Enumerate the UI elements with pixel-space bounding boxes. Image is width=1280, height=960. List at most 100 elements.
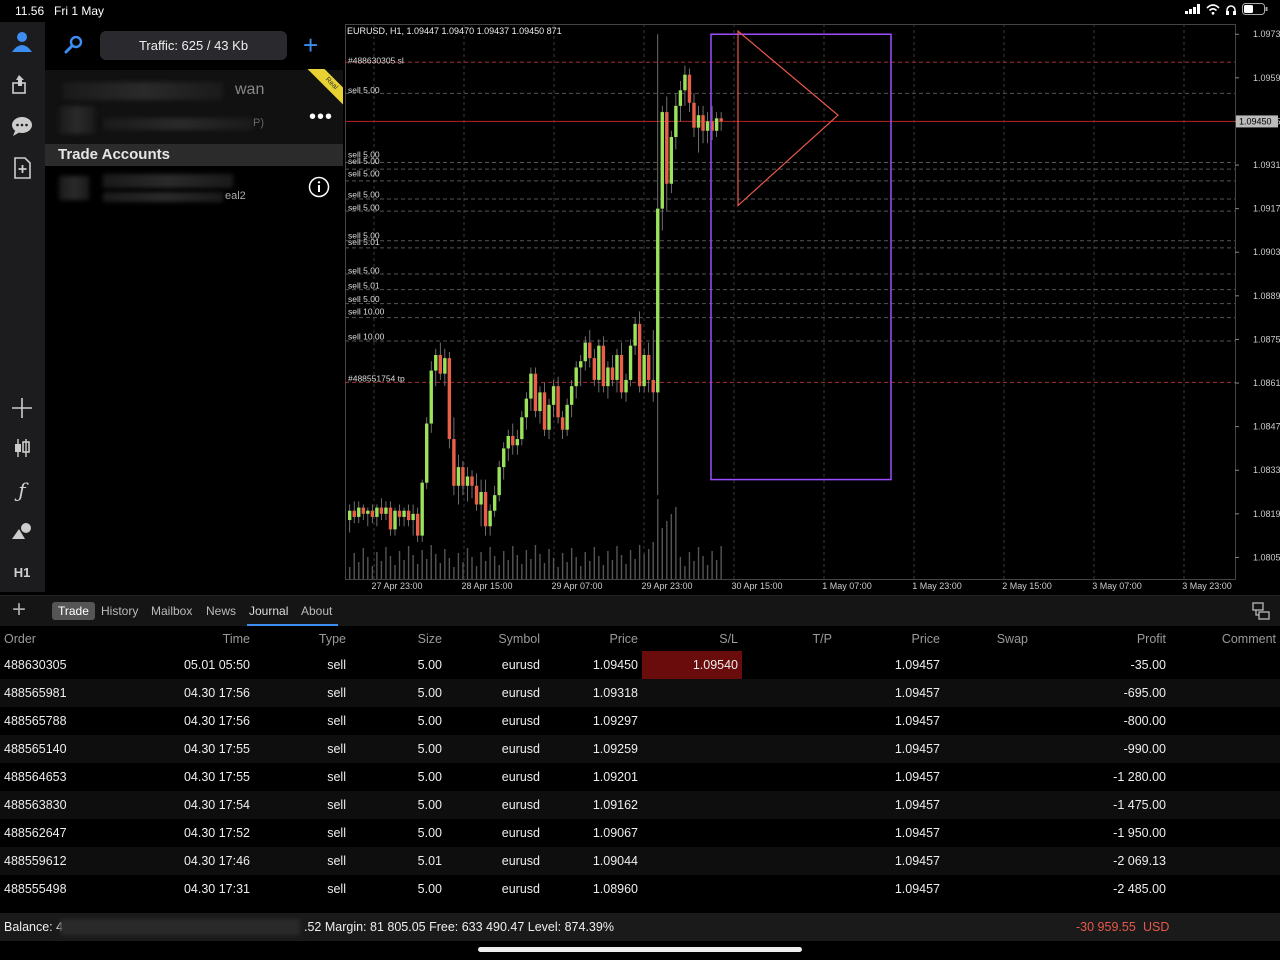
candle-body <box>425 423 429 483</box>
col-profit[interactable]: Profit <box>1032 627 1170 651</box>
layout-icon[interactable] <box>1252 602 1270 620</box>
candle-body <box>669 137 674 184</box>
volume-bar <box>679 557 682 579</box>
table-row[interactable]: 488630305 05.01 05:50 sell 5.00 eurusd 1.0945… <box>0 651 1280 679</box>
tab-history[interactable]: History <box>101 602 138 620</box>
time-label: 3 May 23:00 <box>1182 581 1232 591</box>
tab-journal[interactable]: Journal <box>249 602 288 620</box>
volume-bar <box>570 548 573 579</box>
cell-profit: -1 950.00 <box>1113 826 1166 840</box>
objects-icon[interactable] <box>8 517 36 545</box>
cell-time: 04.30 17:52 <box>183 826 250 840</box>
col-price[interactable]: Price <box>544 627 642 651</box>
volume-bar <box>629 550 632 579</box>
candle-body <box>696 115 701 128</box>
cell-profit: -2 069.13 <box>1113 854 1166 868</box>
tab-news[interactable]: News <box>206 602 236 620</box>
candle-body <box>384 507 388 514</box>
chart-canvas[interactable]: 1.09730 1.09590 1.09450 1.09310 1.09170 1.090… <box>345 24 1280 592</box>
candle-body <box>719 118 723 122</box>
col-size[interactable]: Size <box>350 627 446 651</box>
candle-body <box>393 510 397 530</box>
table-row[interactable]: 488563830 04.30 17:54 sell 5.00 eurusd 1.0916… <box>0 791 1280 819</box>
battery-icon <box>1242 3 1268 15</box>
candles-icon[interactable] <box>8 434 36 462</box>
orders-table: Order Time Type Size Symbol Price S/L T/… <box>0 627 1280 903</box>
volume-bar <box>634 559 636 579</box>
cell-price2: 1.09457 <box>894 742 940 756</box>
timeframe-button[interactable]: H1 <box>8 558 36 586</box>
candle-body <box>529 373 533 399</box>
trade-icon[interactable] <box>8 70 36 98</box>
volume-bar <box>521 564 523 579</box>
candle-body <box>701 115 705 131</box>
more-icon[interactable]: ••• <box>309 106 333 129</box>
cell-comment <box>1170 791 1280 819</box>
cell-symbol: eurusd <box>501 798 540 812</box>
cell-order: 488555498 <box>4 882 67 896</box>
chat-icon[interactable] <box>8 112 36 140</box>
candle-body <box>569 386 574 405</box>
table-row[interactable]: 488565140 04.30 17:55 sell 5.00 eurusd 1.0925… <box>0 735 1280 763</box>
order-line-label: sell 5.01 <box>348 237 380 247</box>
cell-sl <box>642 875 742 903</box>
col-order[interactable]: Order <box>0 627 128 651</box>
add-tab-icon[interactable]: + <box>12 598 26 622</box>
candle-body <box>637 323 642 387</box>
cell-type: sell <box>327 714 346 728</box>
indicators-icon[interactable]: ƒ <box>8 476 36 504</box>
cell-tp <box>742 707 836 735</box>
crosshair-icon[interactable] <box>8 394 36 422</box>
volume-bar <box>503 551 505 579</box>
volume-bar <box>543 563 546 579</box>
volume-bar <box>539 554 541 579</box>
col-tp[interactable]: T/P <box>742 627 836 651</box>
table-row[interactable]: 488559612 04.30 17:46 sell 5.01 eurusd 1.0904… <box>0 847 1280 875</box>
volume-bar <box>611 560 614 579</box>
candle-body <box>434 355 438 371</box>
candle-body <box>592 358 597 380</box>
col-time[interactable]: Time <box>128 627 254 651</box>
order-line-label: sell 5.01 <box>348 280 380 290</box>
table-row[interactable]: 488555498 04.30 17:31 sell 5.00 eurusd 1.0896… <box>0 875 1280 903</box>
triangle-pattern <box>737 29 839 207</box>
col-comment[interactable]: Comment <box>1170 627 1280 651</box>
accounts-icon[interactable] <box>8 28 36 56</box>
volume-bar <box>362 548 364 579</box>
candle-body <box>397 510 402 517</box>
cell-price2: 1.09457 <box>894 770 940 784</box>
tab-trade[interactable]: Trade <box>52 602 95 620</box>
candle-body <box>438 355 442 374</box>
new-order-icon[interactable] <box>8 154 36 182</box>
tab-mailbox[interactable]: Mailbox <box>151 602 192 620</box>
tab-about[interactable]: About <box>301 602 332 620</box>
info-icon[interactable] <box>308 176 330 198</box>
volume-bar <box>589 561 591 579</box>
table-row[interactable]: 488562647 04.30 17:52 sell 5.00 eurusd 1.0906… <box>0 819 1280 847</box>
col-type[interactable]: Type <box>254 627 350 651</box>
cell-sl <box>642 707 742 735</box>
status-bar: 11.56 Fri 1 May <box>0 0 1280 22</box>
candle-body <box>470 476 474 486</box>
table-row[interactable]: 488564653 04.30 17:55 sell 5.00 eurusd 1.0920… <box>0 763 1280 791</box>
col-symbol[interactable]: Symbol <box>446 627 544 651</box>
time-label: 1 May 23:00 <box>912 581 962 591</box>
price-chart[interactable]: 1.09730 1.09590 1.09450 1.09310 1.09170 1.090… <box>345 24 1280 592</box>
wrench-icon[interactable] <box>63 35 83 59</box>
cell-type: sell <box>327 658 346 672</box>
table-row[interactable]: 488565788 04.30 17:56 sell 5.00 eurusd 1.0929… <box>0 707 1280 735</box>
account-item-active[interactable]: wan P) ••• <box>45 70 343 146</box>
account-item-2[interactable]: eal2 <box>45 168 343 208</box>
volume-bar <box>607 551 609 579</box>
volume-bar <box>575 557 577 579</box>
cell-size: 5.00 <box>417 882 442 896</box>
col-current-price[interactable]: Price <box>836 627 944 651</box>
cell-time: 05.01 05:50 <box>183 658 250 672</box>
col-sl[interactable]: S/L <box>642 627 742 651</box>
add-account-icon[interactable]: + <box>303 32 318 58</box>
table-row[interactable]: 488565981 04.30 17:56 sell 5.00 eurusd 1.0931… <box>0 679 1280 707</box>
price-label: 1.09590 <box>1253 73 1280 83</box>
col-swap[interactable]: Swap <box>944 627 1032 651</box>
cell-price: 1.09318 <box>592 686 638 700</box>
chart-header: EURUSD, H1, 1.09447 1.09470 1.09437 1.09… <box>347 26 562 36</box>
